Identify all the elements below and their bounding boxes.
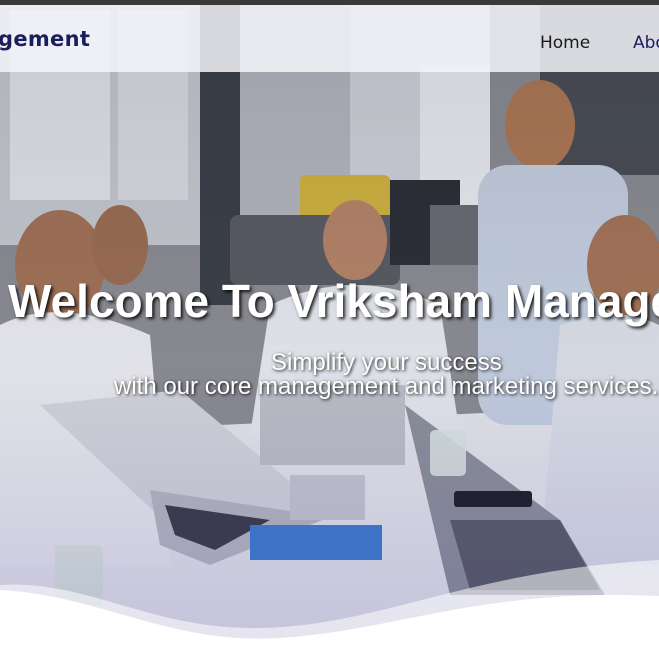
- nav-link-about[interactable]: Abo: [633, 33, 659, 53]
- hero-bottom-wave: [0, 560, 659, 658]
- nav-link-home[interactable]: Home: [540, 33, 590, 53]
- page: gement Home Abo Welcome To Vriksham Mana…: [0, 0, 659, 658]
- hero-headline: Welcome To Vriksham Manage: [8, 275, 659, 327]
- navbar: gement Home Abo: [0, 5, 659, 72]
- brand-logo-text[interactable]: gement: [0, 27, 90, 51]
- hero-tagline-line-2: with our core management and marketing s…: [114, 373, 659, 400]
